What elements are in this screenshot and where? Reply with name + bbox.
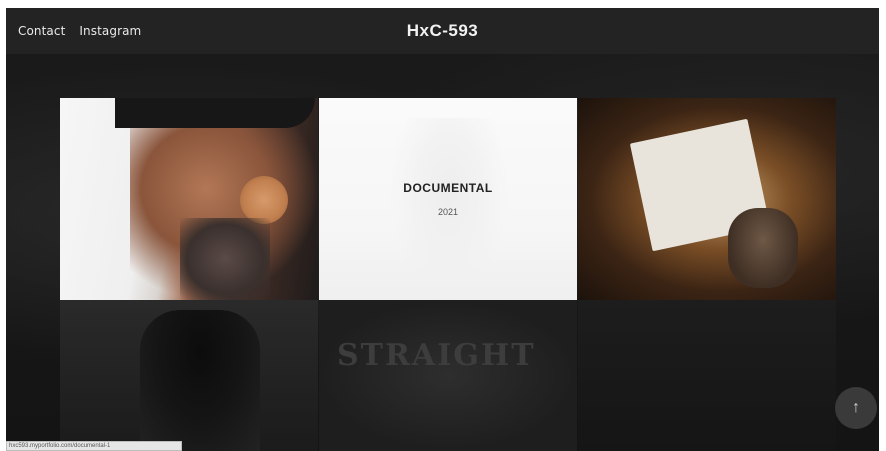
tee-shirt-photo [319,300,577,451]
site-title[interactable]: HxC-593 [407,21,479,41]
arrow-up-icon: ↑ [852,399,860,416]
portrait-neck-tattoo [180,218,270,300]
portrait-earring [240,176,288,224]
documental-overlay: DOCUMENTAL 2021 [319,98,577,300]
tee-print-text: STRAIGHT [337,338,536,373]
project-tile-dark[interactable] [578,300,836,451]
browser-viewport: Contact Instagram HxC-593 DOCUMENTAL 202… [6,8,879,451]
status-bar-url: hxc593.myportfolio.com/documental-1 [6,441,182,451]
site-header: Contact Instagram HxC-593 [6,8,879,54]
project-tile-portrait[interactable] [60,98,318,300]
header-nav: Contact Instagram [18,8,141,54]
scroll-to-top-button[interactable]: ↑ [835,387,877,429]
hooded-figure [140,310,260,451]
documental-title: DOCUMENTAL [403,181,493,195]
page: Contact Instagram HxC-593 DOCUMENTAL 202… [0,0,886,451]
project-tile-hoodie[interactable] [60,300,318,451]
tattooed-hand [728,208,798,288]
nav-link-contact[interactable]: Contact [18,24,65,38]
nav-link-instagram[interactable]: Instagram [79,24,141,38]
project-tile-setlist[interactable] [578,98,836,300]
portrait-cap [115,98,315,128]
project-tile-documental[interactable]: DOCUMENTAL 2021 [319,98,577,300]
documental-year: 2021 [437,207,459,217]
project-tile-tee[interactable]: STRAIGHT [319,300,577,451]
